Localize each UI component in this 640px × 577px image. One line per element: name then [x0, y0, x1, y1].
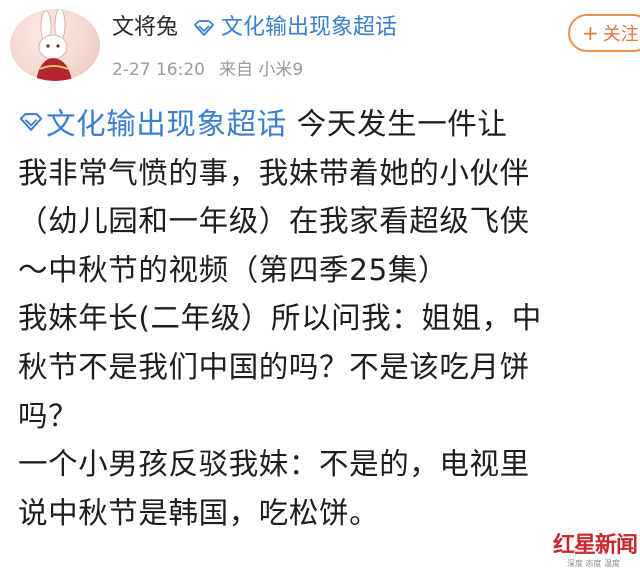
post-line: 文化输出现象超话 今天发生一件让: [18, 100, 630, 149]
plus-icon: +: [582, 21, 599, 45]
rabbit-avatar-icon: [36, 9, 72, 81]
follow-label: 关注: [602, 24, 639, 45]
post-text: 今天发生一件让: [286, 107, 508, 141]
avatar[interactable]: [10, 9, 100, 81]
topic-label: 文化输出现象超话: [221, 15, 398, 40]
post-line: 说中秋节是韩国，吃松饼。: [18, 495, 380, 530]
post-line: ～中秋节的视频（第四季25集）: [18, 252, 449, 287]
post-line: 我妹年长(二年级）所以问我：姐姐，中: [18, 301, 542, 336]
inline-topic-label: 文化输出现象超话: [46, 107, 287, 141]
topic-link[interactable]: 文化输出现象超话: [193, 14, 397, 42]
watermark-tagline: 深度 态度 温度: [567, 559, 621, 568]
diamond-icon: [18, 113, 44, 131]
weibo-post: 文将兔 文化输出现象超话 2-27 16:20 来自 小米9 + 关注 文化输出现…: [0, 0, 640, 577]
post-source: 来自 小米9: [218, 60, 304, 80]
watermark-brand: 红星新闻: [553, 532, 638, 558]
post-body: 文化输出现象超话 今天发生一件让 我非常气愤的事，我妹带着她的小伙伴 （幼儿园和…: [18, 100, 630, 537]
post-line: （幼儿园和一年级）在我家看超级飞侠: [18, 204, 530, 239]
user-name[interactable]: 文将兔: [112, 14, 178, 42]
post-line: 一个小男孩反驳我妹：不是的，电视里: [18, 447, 530, 482]
post-line: 我非常气愤的事，我妹带着她的小伙伴: [18, 155, 530, 190]
diamond-icon: [193, 20, 215, 36]
timestamp: 2-27 16:20: [112, 60, 205, 80]
watermark-logo: 红星新闻 深度 态度 温度: [553, 532, 638, 572]
inline-topic-link[interactable]: 文化输出现象超话: [18, 107, 287, 141]
post-line: 吗？: [18, 398, 79, 433]
post-line: 秋节不是我们中国的吗？不是该吃月饼: [18, 349, 530, 384]
follow-button[interactable]: + 关注: [568, 14, 640, 52]
post-meta: 2-27 16:20 来自 小米9: [112, 59, 303, 81]
